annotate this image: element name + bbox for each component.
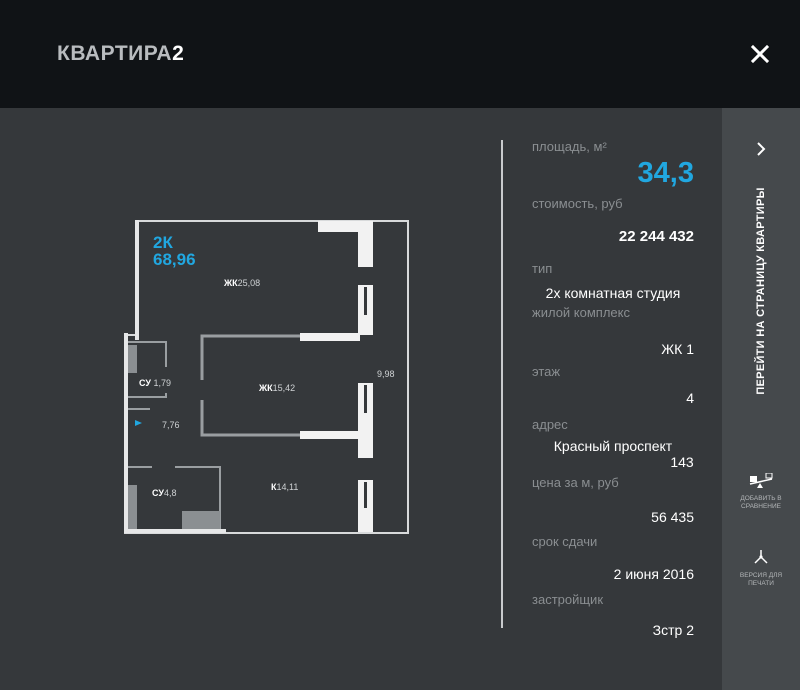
room-code: СУ bbox=[139, 378, 151, 388]
print-icon bbox=[754, 550, 768, 564]
area-label: площадь, м² bbox=[532, 139, 607, 154]
type-value: 2х комнатная студия bbox=[545, 285, 681, 301]
apartment-type: 2К bbox=[153, 233, 173, 252]
header-bar: КВАРТИРА2 bbox=[0, 0, 800, 108]
room-label: К14,11 bbox=[271, 482, 298, 492]
sqm-price-value: 56 435 bbox=[651, 509, 694, 525]
add-to-compare-button[interactable]: ДОБАВИТЬ В СРАВНЕНИЕ bbox=[722, 473, 800, 511]
room-code: ЖК bbox=[224, 278, 238, 288]
apartment-total-area: 68,96 bbox=[153, 250, 196, 269]
price-value: 22 244 432 bbox=[618, 228, 694, 245]
room-label: СУ4,8 bbox=[152, 488, 177, 498]
compare-caption-line-1: ДОБАВИТЬ В bbox=[740, 495, 782, 502]
price-label: стоимость, руб bbox=[532, 196, 623, 211]
floor-label: этаж bbox=[532, 364, 561, 379]
room-area: 15,42 bbox=[272, 383, 296, 393]
sidebar: ПЕРЕЙТИ НА СТРАНИЦУ КВАРТИРЫ ДОБАВИТЬ ВС… bbox=[722, 108, 800, 690]
go-to-apartment-page-link[interactable]: ПЕРЕЙТИ НА СТРАНИЦУ КВАРТИРЫ bbox=[748, 187, 774, 394]
address-line-1: Красный проспект bbox=[553, 438, 673, 454]
deadline-label: срок сдачи bbox=[532, 534, 598, 549]
developer-value: Зстр 2 bbox=[652, 622, 694, 638]
area-value: 34,3 bbox=[637, 157, 694, 189]
print-version-button[interactable]: ВЕРСИЯ ДЛЯ ПЕЧАТИ bbox=[722, 548, 800, 588]
divider bbox=[501, 140, 503, 628]
print-caption-line-2: ПЕЧАТИ bbox=[748, 580, 774, 587]
print-caption: ВЕРСИЯ ДЛЯ ПЕЧАТИ bbox=[722, 572, 800, 588]
room-area: 9,98 bbox=[377, 369, 395, 379]
close-icon[interactable] bbox=[748, 42, 772, 66]
compare-scales-icon bbox=[749, 473, 773, 488]
apartment-tag: 2К 68,96 bbox=[153, 234, 196, 268]
room-label: 9,98 bbox=[377, 369, 395, 379]
type-label: тип bbox=[532, 261, 553, 276]
complex-label: жилой комплекс bbox=[532, 305, 630, 320]
page-title: КВАРТИРА2 bbox=[57, 42, 184, 66]
floor-value: 4 bbox=[686, 390, 694, 406]
room-area: 25,08 bbox=[237, 278, 261, 288]
room-label: ЖК25,08 bbox=[224, 278, 260, 288]
room-area: 7,76 bbox=[162, 420, 180, 430]
room-label: 7,76 bbox=[162, 420, 180, 430]
deadline-value: 2 июня 2016 bbox=[613, 566, 694, 582]
developer-label: застройщик bbox=[532, 592, 604, 607]
chevron-right-icon[interactable] bbox=[752, 140, 770, 158]
room-code: СУ bbox=[152, 488, 164, 498]
room-area: 14,11 bbox=[276, 482, 299, 492]
title-number: 2 bbox=[172, 42, 185, 65]
floor-plan: 2К 68,96 ЖК25,08 СУ 1,79 ЖК15,42 9,98 7,… bbox=[120, 215, 415, 540]
compare-caption-line-2: СРАВНЕНИЕ bbox=[741, 503, 781, 510]
complex-value: ЖК 1 bbox=[661, 341, 694, 357]
room-label: СУ 1,79 bbox=[139, 378, 171, 388]
print-caption-line-1: ВЕРСИЯ ДЛЯ bbox=[739, 572, 783, 579]
room-code: ЖК bbox=[259, 383, 273, 393]
sqm-price-label: цена за м, руб bbox=[532, 475, 619, 490]
room-area: 4,8 bbox=[163, 488, 177, 498]
address-label: адрес bbox=[532, 417, 568, 432]
room-area: 1,79 bbox=[153, 378, 172, 388]
room-label: ЖК15,42 bbox=[259, 383, 295, 393]
compare-caption: ДОБАВИТЬ В СРАВНЕНИЕ bbox=[722, 495, 800, 511]
go-to-apartment-label: ПЕРЕЙТИ НА СТРАНИЦУ КВАРТИРЫ bbox=[755, 186, 767, 395]
title-name: КВАРТИРА bbox=[57, 42, 173, 65]
